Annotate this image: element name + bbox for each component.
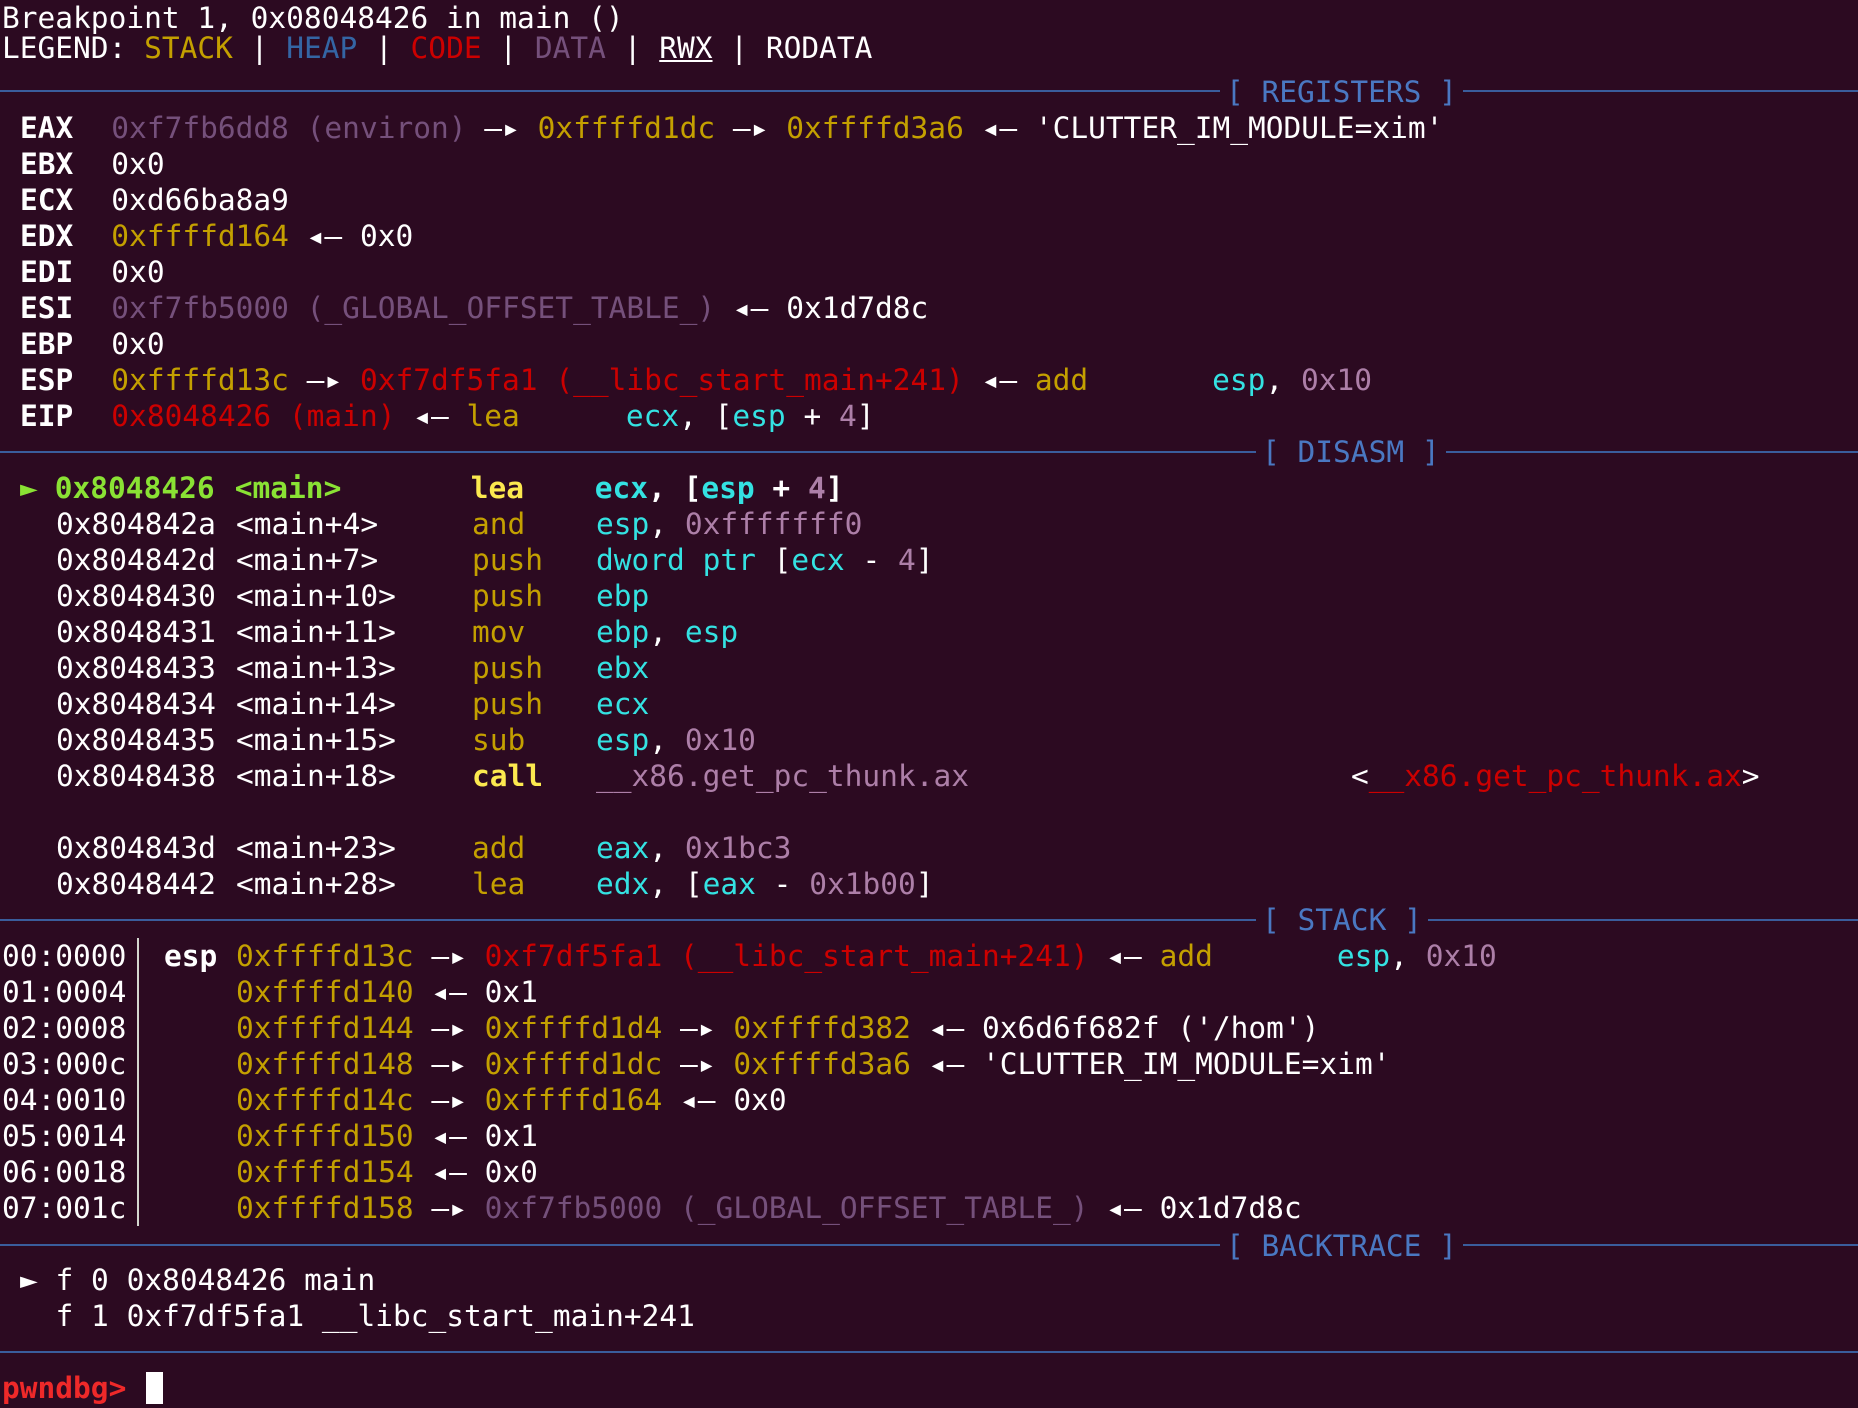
backtrace-section-title: [ BACKTRACE ] xyxy=(1220,1228,1463,1264)
stack-separator xyxy=(0,919,1858,921)
legend-data: DATA xyxy=(534,31,606,65)
register-ebx: EBX 0x0 xyxy=(20,147,165,181)
legend-rwx: RWX xyxy=(659,31,713,65)
backtrace-separator xyxy=(0,1244,1858,1246)
command-prompt[interactable]: pwndbg> xyxy=(2,1370,164,1406)
prompt-label: pwndbg> xyxy=(2,1371,145,1405)
disasm-row: 0x8048430 <main+10> push ebp xyxy=(56,579,650,613)
legend-heap: HEAP xyxy=(286,31,358,65)
stack-row: 02:0008 0xffffd144 —▸ 0xffffd1d4 —▸ 0xfff… xyxy=(2,1011,1320,1045)
legend-sep: | xyxy=(605,31,660,65)
register-ecx: ECX 0xd66ba8a9 xyxy=(20,183,289,217)
disasm-row-current: ► 0x8048426 <main> lea ecx, [esp + 4] xyxy=(20,471,844,505)
legend-stack: STACK xyxy=(144,31,233,65)
register-edi: EDI 0x0 xyxy=(20,255,165,289)
disasm-row: 0x8048431 <main+11> mov ebp, esp xyxy=(56,615,739,649)
disasm-row: 0x804842a <main+4> and esp, 0xfffffff0 xyxy=(56,507,863,541)
disasm-row: 0x804843d <main+23> add eax, 0x1bc3 xyxy=(56,831,792,865)
legend-sep: | xyxy=(481,31,535,65)
stack-row: 00:0000 esp 0xffffd13c —▸ 0xf7df5fa1 (__li… xyxy=(2,939,1497,973)
legend-rodata: RODATA xyxy=(765,31,873,65)
registers-separator xyxy=(0,90,1858,92)
register-esp: ESP 0xffffd13c —▸ 0xf7df5fa1 (__libc_star… xyxy=(20,363,1373,397)
disasm-section-title: [ DISASM ] xyxy=(1256,434,1446,470)
disasm-row: 0x804842d <main+7> push dword ptr [ecx - 4] xyxy=(56,543,934,577)
terminal-window[interactable]: Breakpoint 1, 0x08048426 in main () LEGE… xyxy=(0,0,1858,1408)
call-target: <__x86.get_pc_thunk.ax> xyxy=(1351,759,1760,793)
legend-label: LEGEND: xyxy=(2,31,145,65)
registers-section-title: [ REGISTERS ] xyxy=(1220,74,1463,110)
disasm-row: 0x8048438 <main+18> call __x86.get_pc_thunk… xyxy=(56,759,969,793)
disasm-row: 0x8048435 <main+15> sub esp, 0x10 xyxy=(56,723,756,757)
stack-row: 01:0004 0xffffd140 ◂— 0x1 xyxy=(2,975,538,1009)
legend-sep: | xyxy=(357,31,411,65)
stack-row: 03:000c 0xffffd148 —▸ 0xffffd1dc —▸ 0xfff… xyxy=(2,1047,1391,1081)
bottom-separator xyxy=(0,1351,1858,1353)
stack-section-title: [ STACK ] xyxy=(1256,902,1428,938)
text-cursor xyxy=(146,1372,164,1404)
current-instruction-marker: ► xyxy=(20,471,38,505)
legend-sep: | xyxy=(712,31,766,65)
register-edx: EDX 0xffffd164 ◂— 0x0 xyxy=(20,219,414,253)
register-eax: EAX 0xf7fb6dd8 (environ) —▸ 0xffffd1dc —▸… xyxy=(20,111,1444,145)
disasm-row: 0x8048433 <main+13> push ebx xyxy=(56,651,650,685)
legend-sep: | xyxy=(232,31,287,65)
register-esi: ESI 0xf7fb5000 (_GLOBAL_OFFSET_TABLE_) ◂—… xyxy=(20,291,929,325)
stack-row: 07:001c 0xffffd158 —▸ 0xf7fb5000 (_GLOBAL… xyxy=(2,1191,1302,1225)
backtrace-frame: f 1 0xf7df5fa1 __libc_start_main+241 xyxy=(37,1299,695,1333)
register-eip: EIP 0x8048426 (main) ◂— lea ecx, [esp + 4] xyxy=(20,399,875,433)
disasm-row: 0x8048442 <main+28> lea edx, [eax - 0x1b00] xyxy=(56,867,934,901)
stack-row: 05:0014 0xffffd150 ◂— 0x1 xyxy=(2,1119,538,1153)
stack-row: 04:0010 0xffffd14c —▸ 0xffffd164 ◂— 0x0 xyxy=(2,1083,787,1117)
disasm-row: 0x8048434 <main+14> push ecx xyxy=(56,687,650,721)
stack-row: 06:0018 0xffffd154 ◂— 0x0 xyxy=(2,1155,538,1189)
backtrace-frame: ► f 0 0x8048426 main xyxy=(20,1263,376,1297)
legend-code: CODE xyxy=(410,31,482,65)
register-ebp: EBP 0x0 xyxy=(20,327,165,361)
legend-line: LEGEND: STACK | HEAP | CODE | DATA | RWX… xyxy=(2,30,872,66)
disasm-separator xyxy=(0,451,1858,453)
